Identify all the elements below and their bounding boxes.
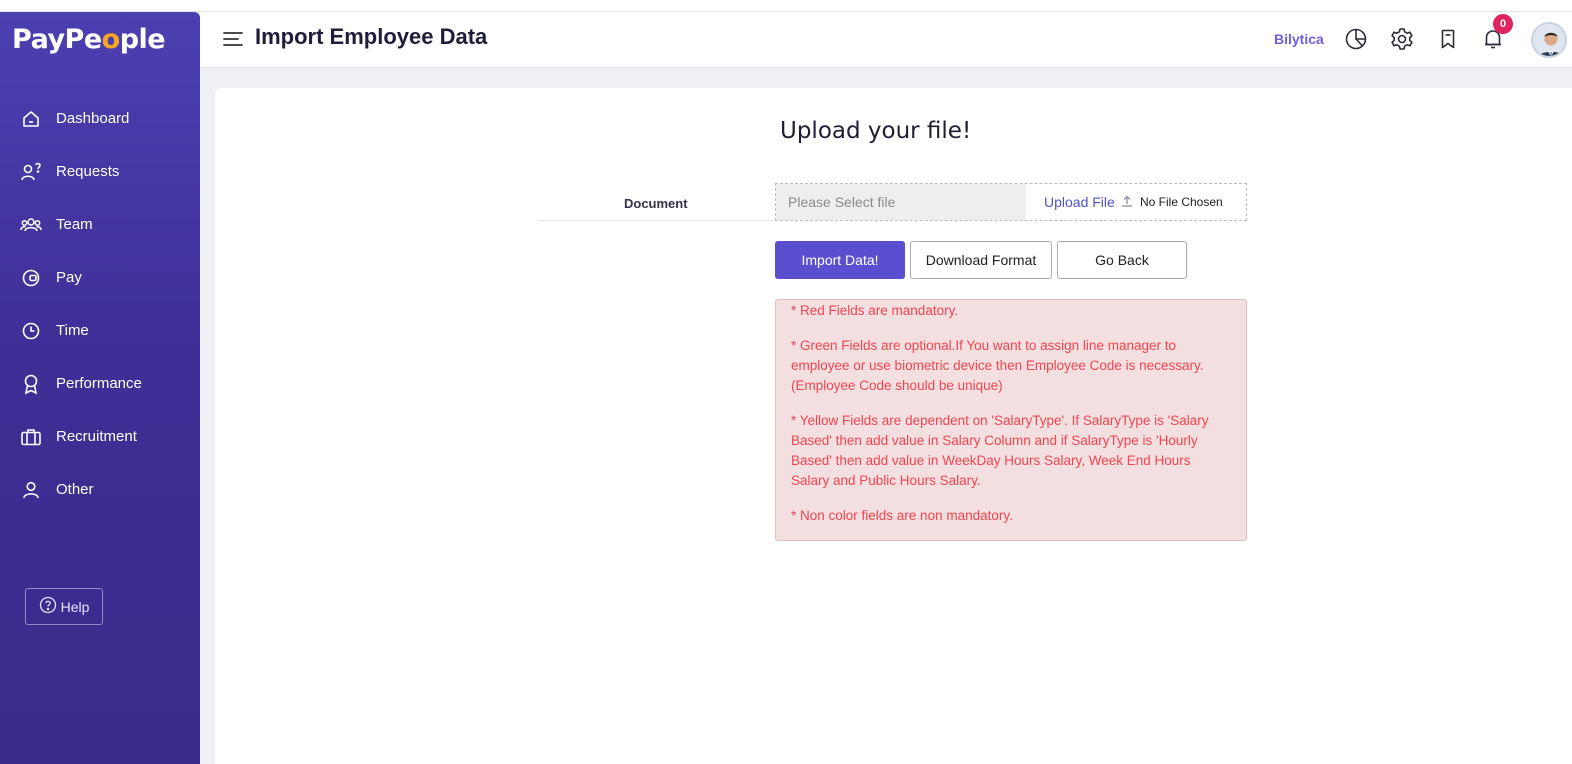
sidebar-nav: Dashboard Requests Team Pay Time Perform… [0, 92, 200, 516]
sidebar-item-pay[interactable]: Pay [0, 251, 200, 304]
no-file-chosen-text: No File Chosen [1140, 195, 1223, 209]
sidebar-item-other[interactable]: Other [0, 463, 200, 516]
sidebar-item-team[interactable]: Team [0, 198, 200, 251]
logo-accent-letter: o [101, 24, 121, 55]
top-header: Import Employee Data Bilytica 0 [200, 12, 1572, 68]
upload-file-link[interactable]: Upload File [1044, 194, 1115, 210]
notification-badge: 0 [1493, 14, 1513, 34]
wallet-icon [20, 267, 42, 289]
file-upload-field[interactable]: Please Select file Upload File No File C… [775, 183, 1247, 221]
clock-icon [20, 320, 42, 342]
help-button[interactable]: Help [25, 588, 103, 625]
sidebar-item-label: Time [56, 322, 89, 339]
instructions-notice: * Red Fields are mandatory. * Green Fiel… [775, 299, 1247, 541]
hamburger-menu-icon[interactable] [222, 28, 244, 50]
sidebar-item-label: Other [56, 481, 94, 498]
sidebar-item-performance[interactable]: Performance [0, 357, 200, 410]
sidebar-item-label: Recruitment [56, 428, 137, 445]
notice-red-fields: * Red Fields are mandatory. [791, 303, 959, 318]
company-name-link[interactable]: Bilytica [1274, 31, 1324, 47]
upload-arrow-icon [1120, 194, 1134, 211]
logo-text-part: PayPe [12, 24, 102, 55]
help-label: Help [60, 598, 90, 615]
user-avatar[interactable] [1531, 22, 1567, 58]
gear-icon[interactable] [1389, 26, 1415, 52]
question-circle-icon [39, 596, 57, 617]
logo-text-part: ple [119, 24, 166, 55]
sidebar: PayPeople Dashboard Requests Team Pay Ti… [0, 12, 200, 764]
team-icon [20, 214, 42, 236]
sidebar-item-recruitment[interactable]: Recruitment [0, 410, 200, 463]
sidebar-item-label: Requests [56, 163, 120, 180]
pie-chart-icon[interactable] [1343, 26, 1369, 52]
sidebar-item-label: Team [56, 216, 93, 233]
notice-non-color-fields: * Non color fields are non mandatory. [791, 508, 1013, 523]
bookmark-icon[interactable] [1435, 26, 1461, 52]
sidebar-item-time[interactable]: Time [0, 304, 200, 357]
sidebar-item-label: Performance [56, 375, 142, 392]
notice-green-fields: * Green Fields are optional.If You want … [791, 338, 1204, 393]
page-title: Import Employee Data [255, 24, 488, 49]
notice-yellow-fields: * Yellow Fields are dependent on 'Salary… [791, 413, 1209, 488]
user-icon [20, 479, 42, 501]
sidebar-item-label: Pay [56, 269, 82, 286]
sidebar-item-dashboard[interactable]: Dashboard [0, 92, 200, 145]
award-icon [20, 373, 42, 395]
document-label: Document [624, 196, 688, 211]
briefcase-icon [20, 426, 42, 448]
upload-heading: Upload your file! [780, 118, 972, 144]
go-back-button[interactable]: Go Back [1057, 241, 1187, 279]
import-data-button[interactable]: Import Data! [775, 241, 905, 279]
browser-strip [0, 0, 1572, 12]
file-path-input[interactable]: Please Select file [776, 184, 1026, 220]
document-divider [538, 220, 775, 221]
person-question-icon [20, 161, 42, 183]
sidebar-item-label: Dashboard [56, 110, 130, 127]
home-icon [20, 108, 42, 130]
app-logo[interactable]: PayPeople [12, 24, 166, 55]
sidebar-item-requests[interactable]: Requests [0, 145, 200, 198]
download-format-button[interactable]: Download Format [910, 241, 1052, 279]
